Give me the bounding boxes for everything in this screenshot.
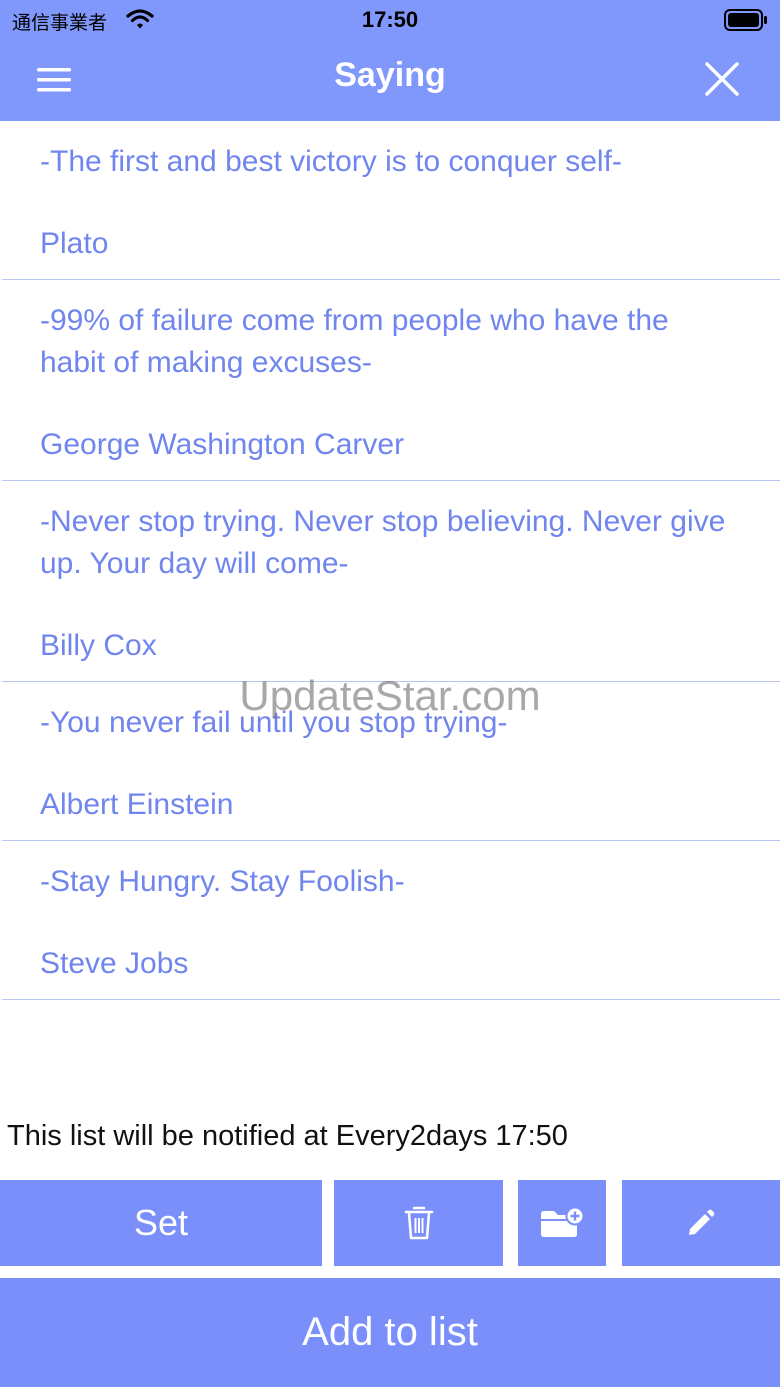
quote-author: Albert Einstein bbox=[40, 788, 234, 821]
quote-author: Steve Jobs bbox=[40, 947, 189, 980]
trash-icon bbox=[334, 1205, 503, 1241]
quote-text: -99% of failure come from people who hav… bbox=[40, 304, 669, 379]
quote-author: Billy Cox bbox=[40, 629, 157, 662]
action-toolbar: Set bbox=[0, 1180, 780, 1266]
quote-item[interactable]: -99% of failure come from people who hav… bbox=[2, 280, 780, 481]
pencil-icon bbox=[622, 1208, 780, 1238]
quote-author: Plato bbox=[40, 227, 109, 260]
add-folder-button[interactable] bbox=[518, 1180, 606, 1266]
quote-text: -Never stop trying. Never stop believing… bbox=[40, 505, 726, 580]
quote-text: -The first and best victory is to conque… bbox=[40, 145, 622, 178]
quote-list: -The first and best victory is to conque… bbox=[0, 121, 780, 1000]
quote-text: -You never fail until you stop trying- bbox=[40, 706, 508, 739]
set-button[interactable]: Set bbox=[0, 1180, 322, 1266]
quote-author: George Washington Carver bbox=[40, 428, 405, 461]
notification-schedule-text: This list will be notified at Every2days… bbox=[7, 1120, 568, 1152]
page-title: Saying bbox=[334, 56, 446, 94]
quote-item[interactable]: -Stay Hungry. Stay Foolish- Steve Jobs bbox=[2, 841, 780, 1000]
close-icon[interactable] bbox=[703, 60, 741, 98]
add-to-list-button[interactable]: Add to list bbox=[0, 1278, 780, 1387]
edit-button[interactable] bbox=[622, 1180, 780, 1266]
quote-item[interactable]: -The first and best victory is to conque… bbox=[2, 121, 780, 280]
quote-item[interactable]: -Never stop trying. Never stop believing… bbox=[2, 481, 780, 682]
quote-item[interactable]: -You never fail until you stop trying- A… bbox=[2, 682, 780, 841]
battery-icon bbox=[724, 9, 768, 36]
navigation-bar: Saying bbox=[0, 40, 780, 121]
clock-label: 17:50 bbox=[361, 7, 419, 32]
quote-text: -Stay Hungry. Stay Foolish- bbox=[40, 865, 405, 898]
status-bar: 通信事業者 17:50 bbox=[0, 0, 780, 40]
delete-button[interactable] bbox=[334, 1180, 503, 1266]
folder-add-icon bbox=[518, 1206, 606, 1240]
